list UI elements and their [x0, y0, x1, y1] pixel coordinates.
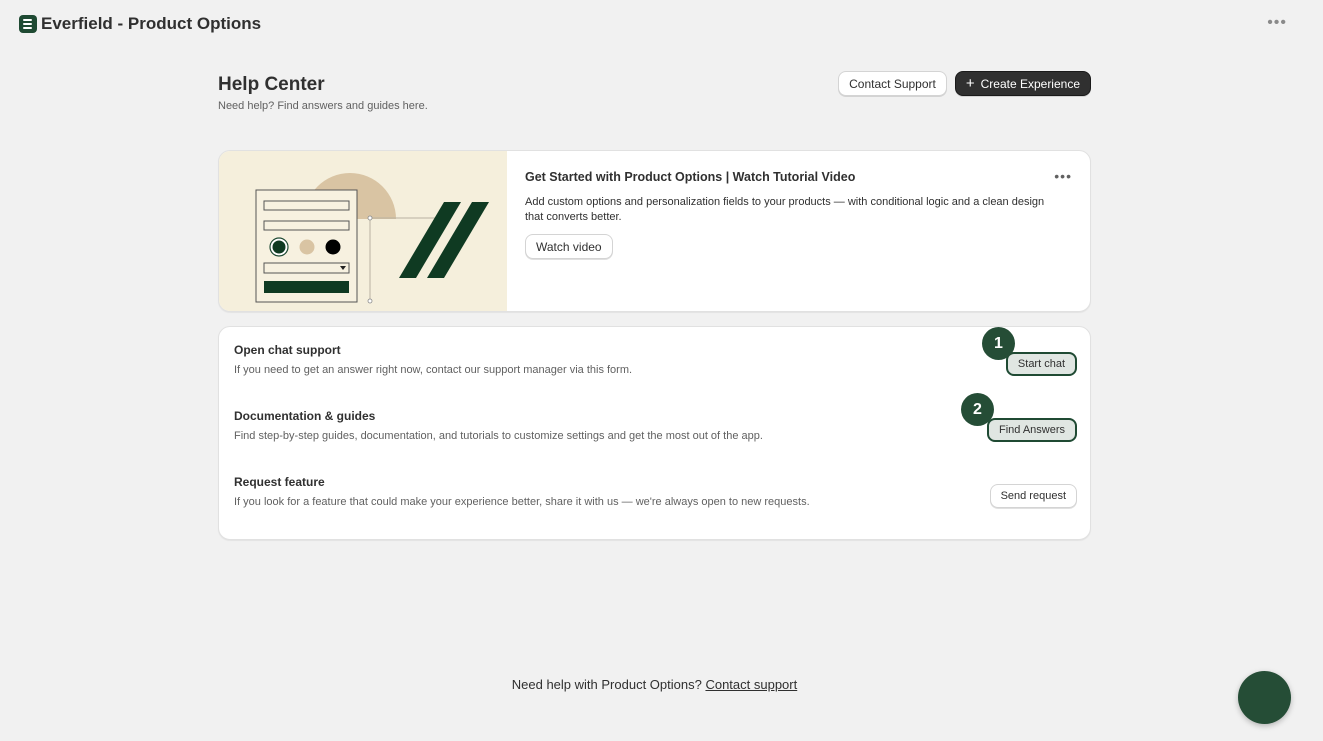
watch-video-button[interactable]: Watch video: [525, 234, 613, 259]
header-actions: Contact Support + Create Experience: [838, 71, 1091, 96]
page-header: Help Center Need help? Find answers and …: [218, 70, 1091, 112]
tutorial-video-card: Get Started with Product Options | Watch…: [218, 150, 1091, 312]
footer-help-text: Need help with Product Options?: [511, 677, 702, 692]
page-title: Help Center: [218, 74, 325, 95]
support-row-docs: Documentation & guides Find step-by-step…: [234, 393, 1077, 454]
create-experience-button[interactable]: + Create Experience: [954, 71, 1091, 96]
app-header: Everfield - Product Options •••: [0, 0, 1323, 48]
row-title: Documentation & guides: [234, 409, 376, 423]
plus-icon: +: [965, 75, 975, 92]
contact-support-link[interactable]: Contact support: [705, 677, 797, 692]
video-title: Get Started with Product Options | Watch…: [525, 170, 856, 184]
find-answers-button[interactable]: Find Answers: [986, 418, 1077, 442]
step-badge: 2: [961, 393, 994, 426]
chat-launcher-button[interactable]: [1238, 671, 1291, 724]
row-description: If you need to get an answer right now, …: [234, 364, 633, 376]
more-horizontal-icon[interactable]: •••: [1267, 14, 1287, 32]
support-row-feature: Request feature If you look for a featur…: [234, 475, 1077, 520]
help-center-page: Help Center Need help? Find answers and …: [218, 70, 1091, 540]
support-row-chat: Open chat support If you need to get an …: [234, 327, 1077, 388]
more-horizontal-icon[interactable]: •••: [1054, 168, 1072, 184]
row-title: Open chat support: [234, 343, 341, 357]
footer-help: Need help with Product Options? Contact …: [0, 677, 1309, 692]
step-badge: 1: [982, 327, 1015, 360]
page-subtitle: Need help? Find answers and guides here.: [218, 100, 428, 112]
tutorial-video-body: Get Started with Product Options | Watch…: [507, 151, 1090, 311]
contact-support-button[interactable]: Contact Support: [838, 71, 947, 96]
row-title: Request feature: [234, 475, 325, 489]
start-chat-button[interactable]: Start chat: [1005, 352, 1077, 376]
create-experience-label: Create Experience: [980, 76, 1080, 91]
tutorial-illustration: [219, 151, 507, 311]
row-description: If you look for a feature that could mak…: [234, 496, 810, 508]
row-description: Find step-by-step guides, documentation,…: [234, 430, 763, 442]
video-description: Add custom options and personalization f…: [525, 196, 1045, 223]
product-options-illustration: [255, 173, 489, 304]
send-request-button[interactable]: Send request: [989, 484, 1077, 508]
app-title: Everfield - Product Options: [41, 14, 262, 33]
support-options-card: Open chat support If you need to get an …: [218, 326, 1091, 540]
app-list-icon: [19, 15, 37, 33]
